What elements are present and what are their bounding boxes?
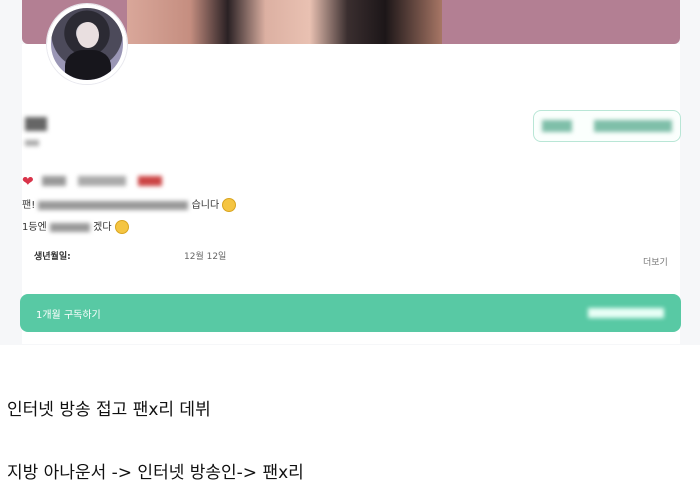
bio-line-2: 팬! 습니다 (22, 196, 237, 212)
follow-icon-blurred (542, 120, 572, 132)
subscribe-button[interactable]: 1개월 구독하기 (20, 294, 681, 332)
avatar[interactable] (47, 4, 127, 84)
bio-line-2-blurred (38, 200, 189, 210)
bio-line-3: 1등엔 겠다 (22, 218, 129, 234)
bio-line-2-prefix: 팬! (22, 200, 36, 211)
birthday-label: 생년월일: (34, 252, 71, 262)
grin-emoji-icon (114, 220, 129, 234)
heart-icon: ❤ (22, 174, 34, 190)
caption-line-2: 지방 아나운서 -> 인터넷 방송인-> 팬x리 (7, 463, 304, 483)
avatar-face (77, 22, 99, 48)
subscribe-price-blurred (588, 308, 664, 318)
avatar-body (65, 50, 111, 80)
birthday-value: 12월 12일 (184, 252, 227, 262)
creator-name-blurred (25, 117, 47, 131)
subscribe-label: 1개월 구독하기 (36, 310, 101, 321)
profile-screenshot: ❤ 팬! 습니다 1등엔 겠다 생년월일: 12월 12일 더보기 1개월 구독… (0, 0, 700, 345)
bio-line-1-blurred (42, 176, 162, 186)
creator-handle-blurred (25, 140, 39, 146)
bio-line-3-blurred (49, 222, 90, 232)
bio-line-3-prefix: 1등엔 (22, 222, 47, 233)
follow-button[interactable] (533, 110, 681, 142)
smile-emoji-icon (222, 198, 237, 212)
cover-photo (127, 0, 442, 44)
follow-label-blurred (594, 120, 672, 132)
more-link[interactable]: 더보기 (643, 255, 668, 268)
bio-line-2-suffix: 습니다 (191, 200, 220, 211)
caption-line-1: 인터넷 방송 접고 팬x리 데뷔 (7, 400, 211, 420)
bio-line-3-suffix: 겠다 (93, 222, 112, 233)
